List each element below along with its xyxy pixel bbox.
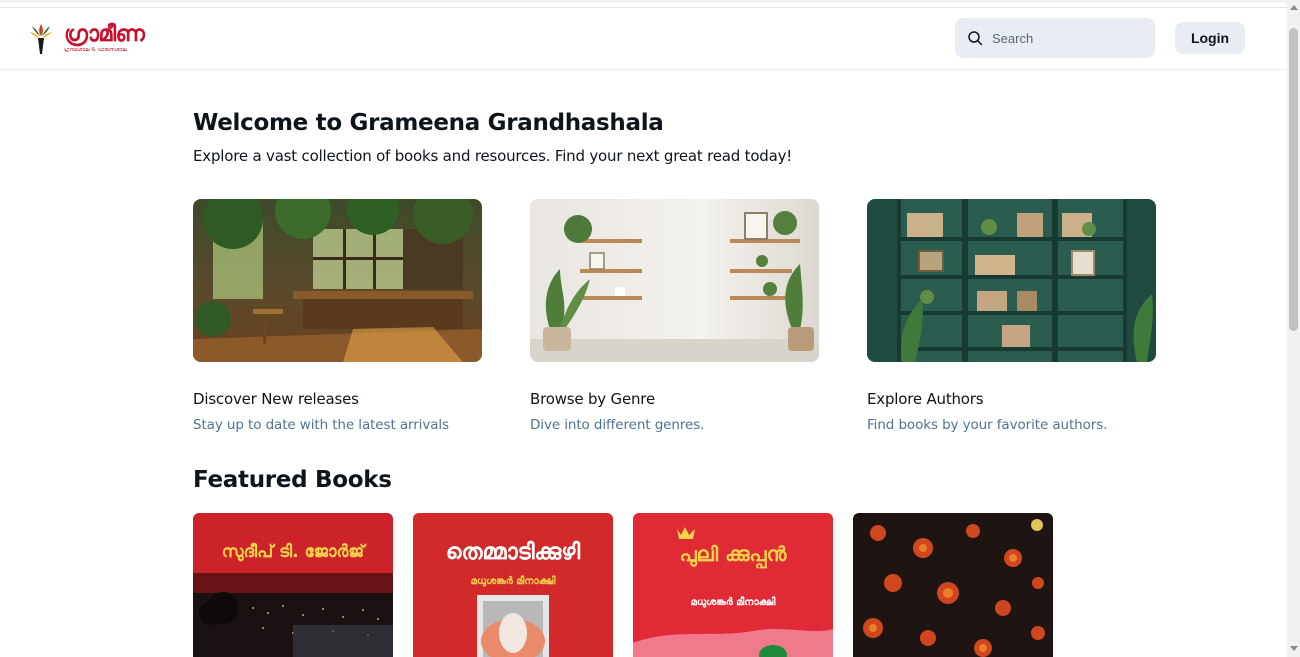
book-cover-author: മധുശങ്കർ മീനാക്ഷി — [691, 595, 777, 609]
page-title: Welcome to Grameena Grandhashala — [193, 110, 664, 136]
card-description: Stay up to date with the latest arrivals — [193, 417, 449, 433]
browser-top-strip — [0, 0, 1287, 8]
book-card[interactable] — [853, 513, 1053, 657]
scrollbar-thumb[interactable] — [1289, 28, 1298, 331]
card-explore-authors[interactable]: Explore Authors Find books by your favor… — [867, 199, 1156, 433]
torch-logo-icon — [30, 24, 52, 54]
card-browse-genre[interactable]: Browse by Genre Dive into different genr… — [530, 199, 819, 433]
search-box[interactable] — [955, 18, 1155, 58]
card-title: Discover New releases — [193, 390, 359, 408]
logo-subtext: ഗ്രന്ഥശാല & വായനശാല — [64, 46, 127, 53]
new-releases-image — [193, 199, 482, 362]
login-button[interactable]: Login — [1175, 22, 1245, 54]
book-cover-image: പുലി ക്കുപ്പൻ മധുശങ്കർ മീനാക്ഷി — [633, 513, 833, 657]
scroll-down-arrow-icon[interactable] — [1290, 646, 1298, 651]
scroll-up-arrow-icon[interactable] — [1290, 5, 1298, 10]
site-header: ഗ്രാമീണ ഗ്രന്ഥശാല & വായനശാല Login — [0, 8, 1287, 70]
card-title: Browse by Genre — [530, 390, 655, 408]
book-cover-title: പുലി ക്കുപ്പൻ — [680, 542, 788, 570]
browse-genre-image — [530, 199, 819, 362]
card-title: Explore Authors — [867, 390, 984, 408]
featured-books-title: Featured Books — [193, 467, 392, 493]
book-card[interactable]: സുദീപ് ടി. ജോർജ് — [193, 513, 393, 657]
card-description: Find books by your favorite authors. — [867, 417, 1108, 433]
explore-authors-image — [867, 199, 1156, 362]
page-scrollbar[interactable] — [1287, 0, 1300, 657]
book-cover-title: തെമ്മാടിക്കുഴി — [446, 540, 581, 565]
card-description: Dive into different genres. — [530, 417, 705, 433]
site-logo[interactable]: ഗ്രാമീണ ഗ്രന്ഥശാല & വായനശാല — [28, 20, 145, 56]
card-new-releases[interactable]: Discover New releases Stay up to date wi… — [193, 199, 482, 433]
book-card[interactable]: തെമ്മാടിക്കുഴി മധുശങ്കർ മീനാക്ഷി — [413, 513, 613, 657]
search-icon — [968, 31, 983, 46]
browser-tab-line — [0, 0, 1287, 3]
search-input[interactable] — [992, 30, 1142, 46]
book-cover-title: സുദീപ് ടി. ജോർജ് — [222, 542, 367, 562]
book-cover-image: തെമ്മാടിക്കുഴി മധുശങ്കർ മീനാക്ഷി — [413, 513, 613, 657]
book-cover-image: സുദീപ് ടി. ജോർജ് — [193, 513, 393, 657]
page-subtitle: Explore a vast collection of books and r… — [193, 147, 793, 165]
logo-wordmark: ഗ്രാമീണ — [64, 21, 145, 47]
book-cover-image — [853, 513, 1053, 657]
book-cover-author: മധുശങ്കർ മീനാക്ഷി — [471, 574, 557, 588]
book-card[interactable]: പുലി ക്കുപ്പൻ മധുശങ്കർ മീനാക്ഷി — [633, 513, 833, 657]
